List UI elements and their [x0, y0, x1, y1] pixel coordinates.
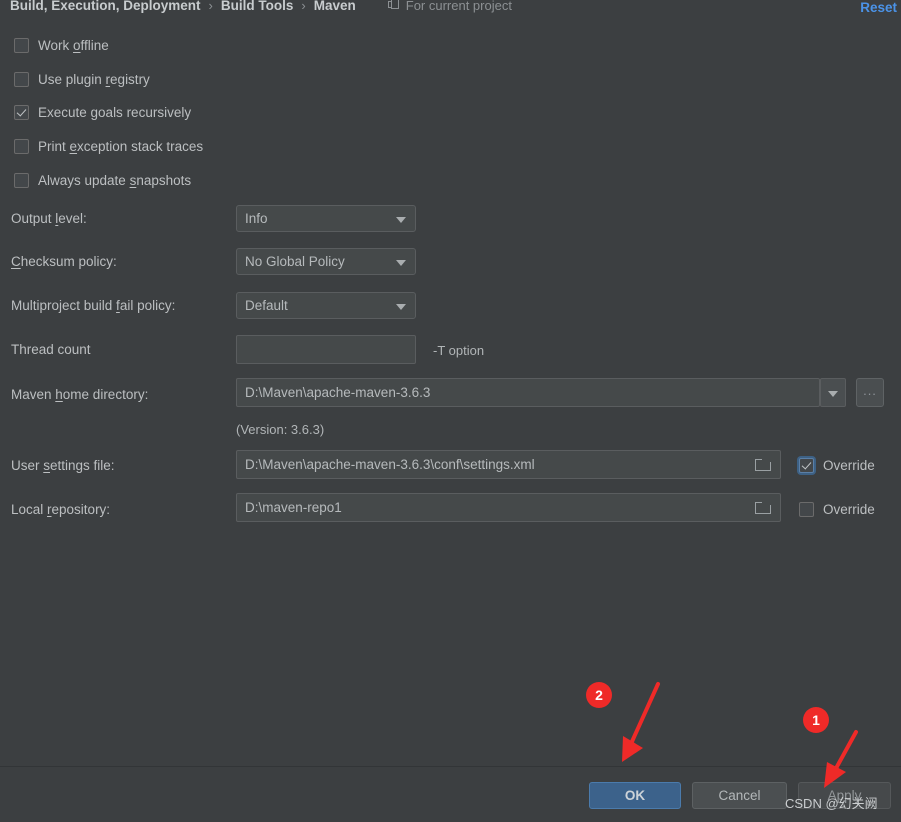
scope-indicator[interactable]: For current project — [387, 0, 512, 13]
checkbox-row-always-update-snapshots[interactable]: Always update snapshots — [14, 170, 191, 190]
watermark: CSDN @幻关阙 — [785, 796, 878, 811]
input-user-settings-file[interactable]: D:\Maven\apache-maven-3.6.3\conf\setting… — [236, 450, 781, 479]
chevron-down-icon — [396, 216, 406, 223]
checkbox-work-offline[interactable] — [14, 37, 29, 53]
annotation-badge-2: 2 — [586, 682, 612, 708]
cancel-button[interactable]: Cancel — [692, 782, 787, 809]
combobox-multiproject-fail-policy-value: Default — [245, 298, 288, 313]
annotation-arrow-to-apply — [824, 730, 858, 788]
checkbox-execute-goals-recursively[interactable] — [14, 104, 29, 120]
input-local-repository[interactable]: D:\maven-repo1 — [236, 493, 781, 522]
input-user-settings-file-value: D:\Maven\apache-maven-3.6.3\conf\setting… — [245, 457, 535, 472]
breadcrumb: Build, Execution, Deployment › Build Too… — [0, 0, 901, 16]
input-maven-home-directory-value: D:\Maven\apache-maven-3.6.3 — [245, 385, 431, 400]
combobox-checksum-policy[interactable]: No Global Policy — [236, 248, 416, 275]
checkbox-label-always-update-snapshots: Always update snapshots — [38, 172, 192, 188]
checkbox-row-work-offline[interactable]: Work offline — [14, 35, 109, 55]
checkbox-use-plugin-registry[interactable] — [14, 71, 29, 87]
combobox-checksum-policy-value: No Global Policy — [245, 254, 345, 269]
checkbox-label-print-exception-stack-traces: Print exception stack traces — [38, 138, 204, 154]
annotation-arrow-to-ok — [622, 682, 660, 762]
maven-home-dropdown-button[interactable] — [820, 378, 846, 407]
breadcrumb-separator: › — [208, 0, 213, 13]
chevron-down-icon — [396, 303, 406, 310]
checkbox-row-execute-goals-recursively[interactable]: Execute goals recursively — [14, 102, 191, 122]
input-local-repository-value: D:\maven-repo1 — [245, 500, 342, 515]
input-maven-home-directory[interactable]: D:\Maven\apache-maven-3.6.3 — [236, 378, 820, 407]
label-user-settings-file: User settings file: — [11, 458, 115, 473]
reset-link[interactable]: Reset — [860, 0, 897, 15]
checkbox-label-execute-goals-recursively: Execute goals recursively — [38, 104, 192, 120]
annotation-badge-1: 1 — [803, 707, 829, 733]
folder-icon[interactable] — [755, 458, 771, 471]
maven-home-browse-button[interactable]: ... — [856, 378, 884, 407]
label-maven-home-directory: Maven home directory: — [11, 387, 149, 402]
breadcrumb-item-build-execution-deployment[interactable]: Build, Execution, Deployment — [10, 0, 201, 13]
label-multiproject-fail-policy: Multiproject build fail policy: — [11, 298, 176, 313]
checkbox-override-user-settings[interactable] — [799, 457, 814, 473]
checkbox-always-update-snapshots[interactable] — [14, 172, 29, 188]
checkbox-override-local-repository[interactable] — [799, 501, 814, 517]
note-thread-count-option: -T option — [433, 343, 485, 358]
input-thread-count[interactable] — [236, 335, 416, 364]
combobox-multiproject-fail-policy[interactable]: Default — [236, 292, 416, 319]
checkbox-row-override-local-repository[interactable]: Override — [799, 499, 875, 519]
label-thread-count: Thread count — [11, 342, 91, 357]
breadcrumb-item-maven: Maven — [313, 0, 356, 13]
label-checksum-policy: Checksum policy: — [11, 254, 117, 269]
chevron-down-icon — [396, 259, 406, 266]
scope-label: For current project — [405, 0, 512, 13]
ok-button[interactable]: OK — [589, 782, 681, 809]
folder-icon[interactable] — [755, 501, 771, 514]
label-local-repository: Local repository: — [11, 502, 111, 517]
checkbox-label-override-user-settings: Override — [823, 457, 875, 473]
checkbox-print-exception-stack-traces[interactable] — [14, 138, 29, 154]
checkbox-row-override-user-settings[interactable]: Override — [799, 455, 875, 475]
checkbox-label-work-offline: Work offline — [38, 37, 109, 53]
breadcrumb-separator: › — [301, 0, 306, 13]
combobox-output-level-value: Info — [245, 211, 268, 226]
breadcrumb-item-build-tools[interactable]: Build Tools — [221, 0, 294, 13]
project-module-icon — [387, 0, 401, 11]
chevron-down-icon — [828, 390, 838, 397]
combobox-output-level[interactable]: Info — [236, 205, 416, 232]
label-output-level: Output level: — [11, 211, 87, 226]
checkbox-row-print-exception-stack-traces[interactable]: Print exception stack traces — [14, 136, 203, 156]
checkbox-row-use-plugin-registry[interactable]: Use plugin registry — [14, 69, 150, 89]
checkbox-label-override-local-repository: Override — [823, 501, 875, 517]
maven-version-note: (Version: 3.6.3) — [236, 422, 325, 437]
checkbox-label-use-plugin-registry: Use plugin registry — [38, 71, 150, 87]
